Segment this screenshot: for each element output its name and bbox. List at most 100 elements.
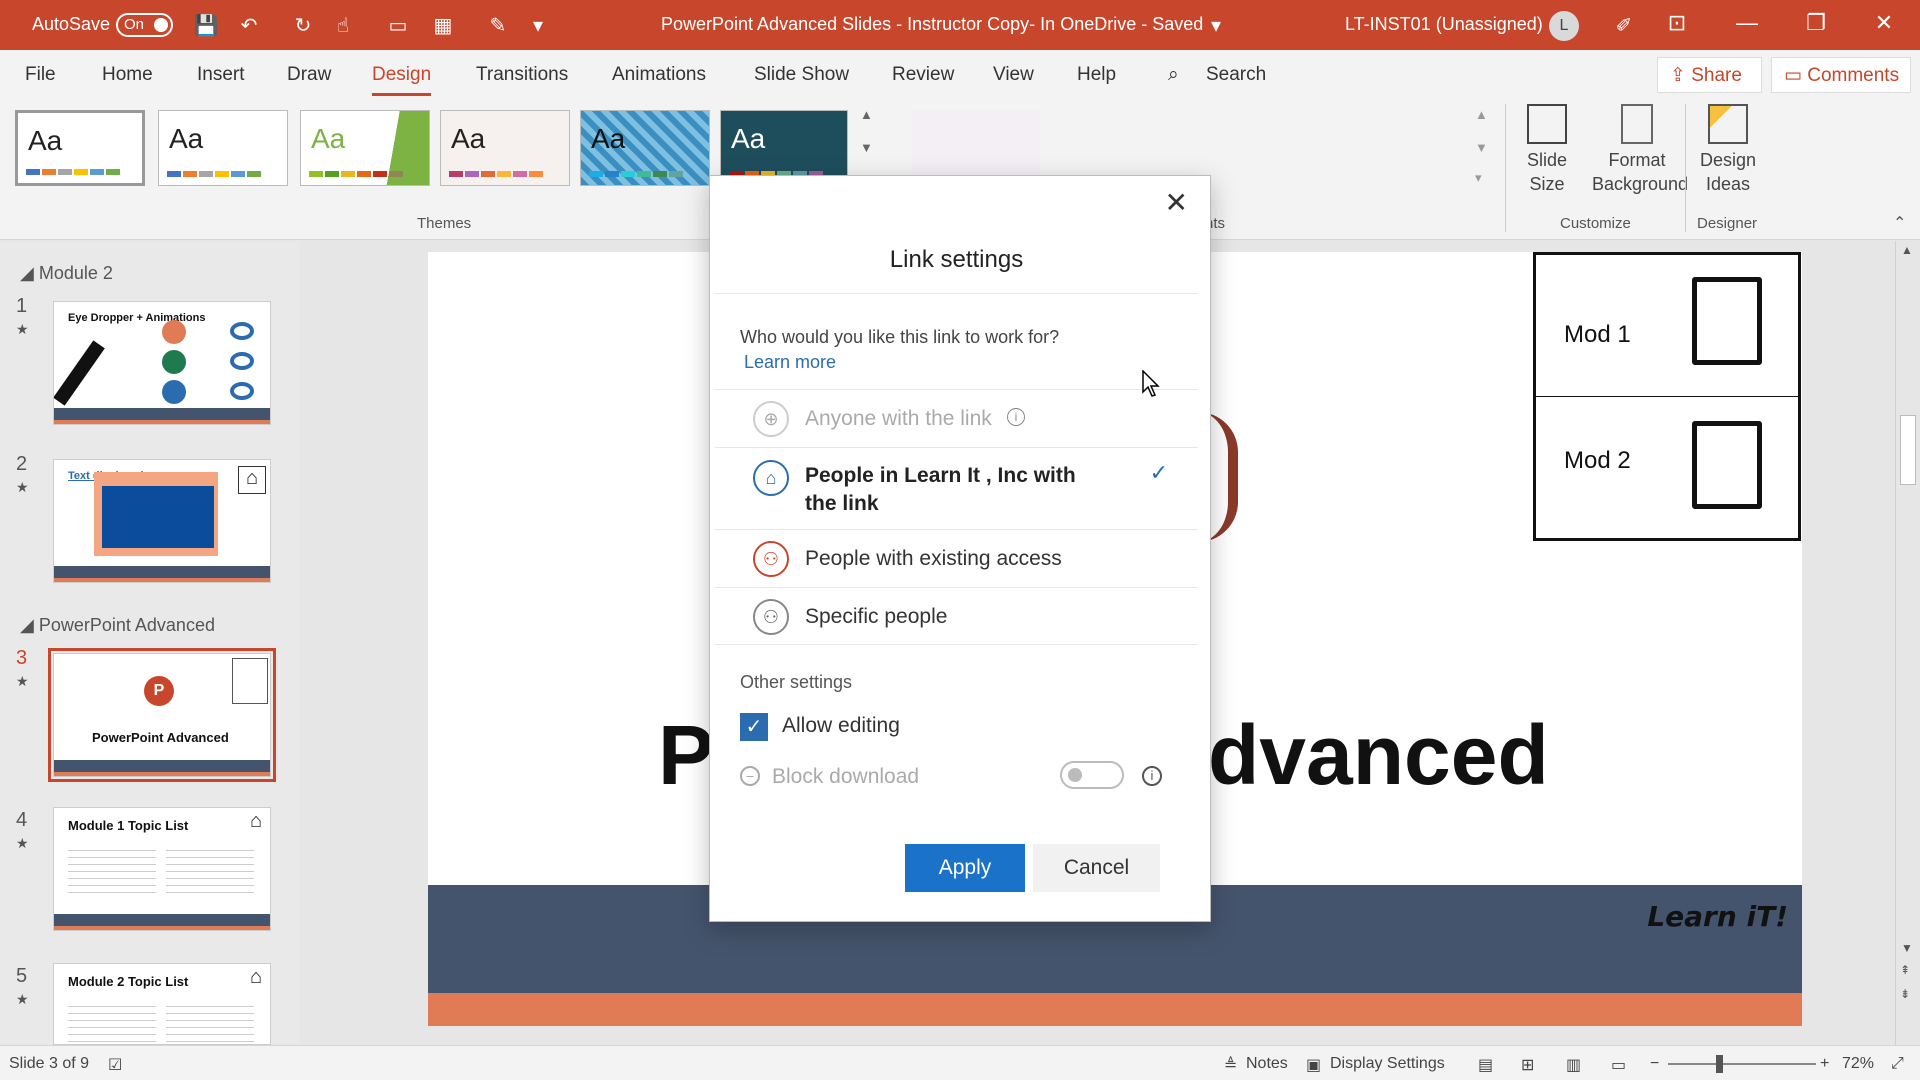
redo-icon[interactable]: ↻ (290, 13, 316, 38)
layout-icon[interactable]: ▦ (430, 13, 456, 38)
block-download-toggle[interactable] (1060, 761, 1124, 789)
mod-2-box[interactable]: Mod 2 (1533, 397, 1801, 541)
theme-integral[interactable]: Aa (440, 110, 570, 186)
customize-toolbar-icon[interactable]: ▾ (525, 13, 551, 38)
tab-transitions[interactable]: Transitions (476, 64, 568, 86)
slide-thumbnail-2[interactable]: Text displayed ⌂ (53, 459, 271, 583)
minimize-icon[interactable]: — (1727, 10, 1767, 36)
display-settings-icon[interactable]: ▣ (1306, 1055, 1321, 1075)
undo-icon[interactable]: ↶ (236, 13, 262, 38)
info-icon[interactable]: i (1142, 766, 1162, 786)
variants-scroll-up-icon[interactable]: ▲ (1475, 107, 1488, 122)
slide-footer-stripe (428, 993, 1802, 1026)
themes-scroll-down-icon[interactable]: ▼ (860, 140, 873, 155)
search-icon[interactable]: ⌕ (1168, 64, 1179, 86)
option-existing-access[interactable]: ⚇ People with existing access (715, 529, 1198, 587)
comment-icon: ▭ (1784, 65, 1808, 86)
slide-thumbnail-1[interactable]: Eye Dropper + Animations (53, 301, 271, 425)
present-icon[interactable]: ▭ (385, 13, 411, 38)
ribbon-display-icon[interactable]: ⊡ (1657, 10, 1697, 36)
section-powerpoint-advanced[interactable]: ◢ PowerPoint Advanced (20, 615, 215, 636)
tab-file[interactable]: File (25, 64, 56, 86)
themes-scroll-up-icon[interactable]: ▲ (860, 107, 873, 122)
theme-office-theme[interactable]: Aa (158, 110, 288, 186)
section-module-2[interactable]: ◢ Module 2 (20, 263, 113, 284)
animation-star-icon: ★ (16, 673, 29, 689)
theme-facet[interactable]: Aa (300, 110, 430, 186)
zoom-level[interactable]: 72% (1842, 1055, 1874, 1073)
slide-thumbnail-3[interactable]: P PowerPoint Advanced (48, 648, 276, 782)
info-icon[interactable]: i (1007, 408, 1025, 426)
tab-draw[interactable]: Draw (287, 64, 331, 86)
display-settings-button[interactable]: Display Settings (1330, 1055, 1445, 1073)
pen-icon[interactable]: ✐ (1611, 13, 1637, 38)
design-ideas-icon (1708, 104, 1748, 144)
cancel-button[interactable]: Cancel (1033, 844, 1160, 892)
mod-1-box[interactable]: Mod 1 (1533, 252, 1801, 397)
slide-thumbnail-5[interactable]: Module 2 Topic List ⌂ (53, 963, 271, 1045)
option-specific-people[interactable]: ⚇ Specific people (715, 587, 1198, 645)
tab-help[interactable]: Help (1077, 64, 1116, 86)
share-button[interactable]: ⇪ Share (1657, 57, 1762, 93)
zoom-out-icon[interactable]: − (1650, 1055, 1659, 1073)
tab-insert[interactable]: Insert (197, 64, 245, 86)
editor-scroll-thumb[interactable] (1900, 415, 1916, 485)
fit-slide-icon[interactable]: ⤢ (1891, 1055, 1904, 1073)
slideshow-icon[interactable]: ▭ (1611, 1055, 1626, 1075)
ribbon-tabs: File Home Insert Draw Design Transitions… (0, 50, 1920, 100)
restore-icon[interactable]: ❐ (1796, 10, 1836, 36)
slide-thumbnail-4[interactable]: Module 1 Topic List ⌂ (53, 807, 271, 931)
title-dropdown-icon[interactable]: ▾ (1203, 13, 1229, 38)
editor-scroll-up-icon[interactable]: ▲ (1901, 243, 1913, 257)
tab-design[interactable]: Design (372, 64, 432, 96)
allow-editing-checkbox[interactable]: ✓ (740, 713, 768, 741)
tab-review[interactable]: Review (892, 64, 954, 86)
comments-button[interactable]: ▭ Comments (1771, 57, 1911, 93)
editor-scroll-down-icon[interactable]: ▼ (1901, 941, 1913, 955)
tab-view[interactable]: View (993, 64, 1034, 86)
eyedropper-icon[interactable]: ✎ (485, 13, 511, 38)
theme-colors (26, 169, 120, 175)
organization-icon: ⌂ (753, 460, 789, 496)
learn-more-link[interactable]: Learn more (744, 352, 836, 373)
notes-button[interactable]: Notes (1246, 1055, 1288, 1073)
circle-shape (162, 380, 186, 404)
touch-mode-icon[interactable]: ☝ (330, 13, 356, 38)
design-ideas-button[interactable]: Design Ideas (1698, 104, 1758, 196)
status-bar: Slide 3 of 9 ☑ ≜ Notes ▣ Display Setting… (0, 1045, 1920, 1080)
zoom-slider-track[interactable] (1668, 1063, 1816, 1065)
autosave-toggle[interactable]: On (116, 13, 173, 37)
zoom-slider-thumb[interactable] (1716, 1055, 1723, 1073)
previous-slide-icon[interactable]: ⇞ (1900, 963, 1910, 977)
collapse-ribbon-icon[interactable]: ⌃ (1893, 213, 1906, 233)
accessibility-icon[interactable]: ☑ (108, 1055, 122, 1075)
slide-sorter-icon[interactable]: ⊞ (1521, 1055, 1534, 1075)
variant-swatch[interactable] (912, 110, 1040, 180)
variants-more-icon[interactable]: ▾ (1475, 170, 1482, 186)
thumbnail-footer (54, 408, 270, 424)
tab-slide-show[interactable]: Slide Show (754, 64, 849, 86)
theme-office[interactable]: Aa (15, 110, 145, 186)
next-slide-icon[interactable]: ⇟ (1900, 987, 1910, 1001)
slide-size-button[interactable]: Slide Size (1522, 104, 1572, 196)
document-title[interactable]: PowerPoint Advanced Slides - Instructor … (661, 14, 1203, 35)
reading-view-icon[interactable]: ▥ (1566, 1055, 1581, 1075)
option-organization[interactable]: ⌂ People in Learn It , Inc with the link… (715, 447, 1198, 529)
option-anyone[interactable]: ⊕ Anyone with the link i (715, 389, 1198, 447)
slide-counter: Slide 3 of 9 (9, 1055, 90, 1072)
tab-home[interactable]: Home (102, 64, 153, 86)
notes-icon[interactable]: ≜ (1224, 1055, 1237, 1075)
checklist-icon (1692, 277, 1762, 365)
search-box[interactable]: Search (1206, 64, 1266, 86)
close-window-icon[interactable]: ✕ (1864, 10, 1904, 36)
theme-ion-pattern[interactable]: Aa (580, 110, 710, 186)
editor-scrollbar[interactable]: ▲ ▼ ⇞ ⇟ (1895, 241, 1920, 1045)
normal-view-icon[interactable]: ▤ (1478, 1055, 1493, 1075)
format-background-button[interactable]: Format Background (1592, 104, 1688, 196)
apply-button[interactable]: Apply (905, 844, 1025, 892)
avatar[interactable]: L (1549, 11, 1579, 41)
tab-animations[interactable]: Animations (612, 64, 706, 86)
zoom-in-icon[interactable]: + (1820, 1055, 1829, 1073)
save-icon[interactable]: 💾 (193, 13, 219, 38)
variants-scroll-down-icon[interactable]: ▼ (1475, 140, 1488, 155)
